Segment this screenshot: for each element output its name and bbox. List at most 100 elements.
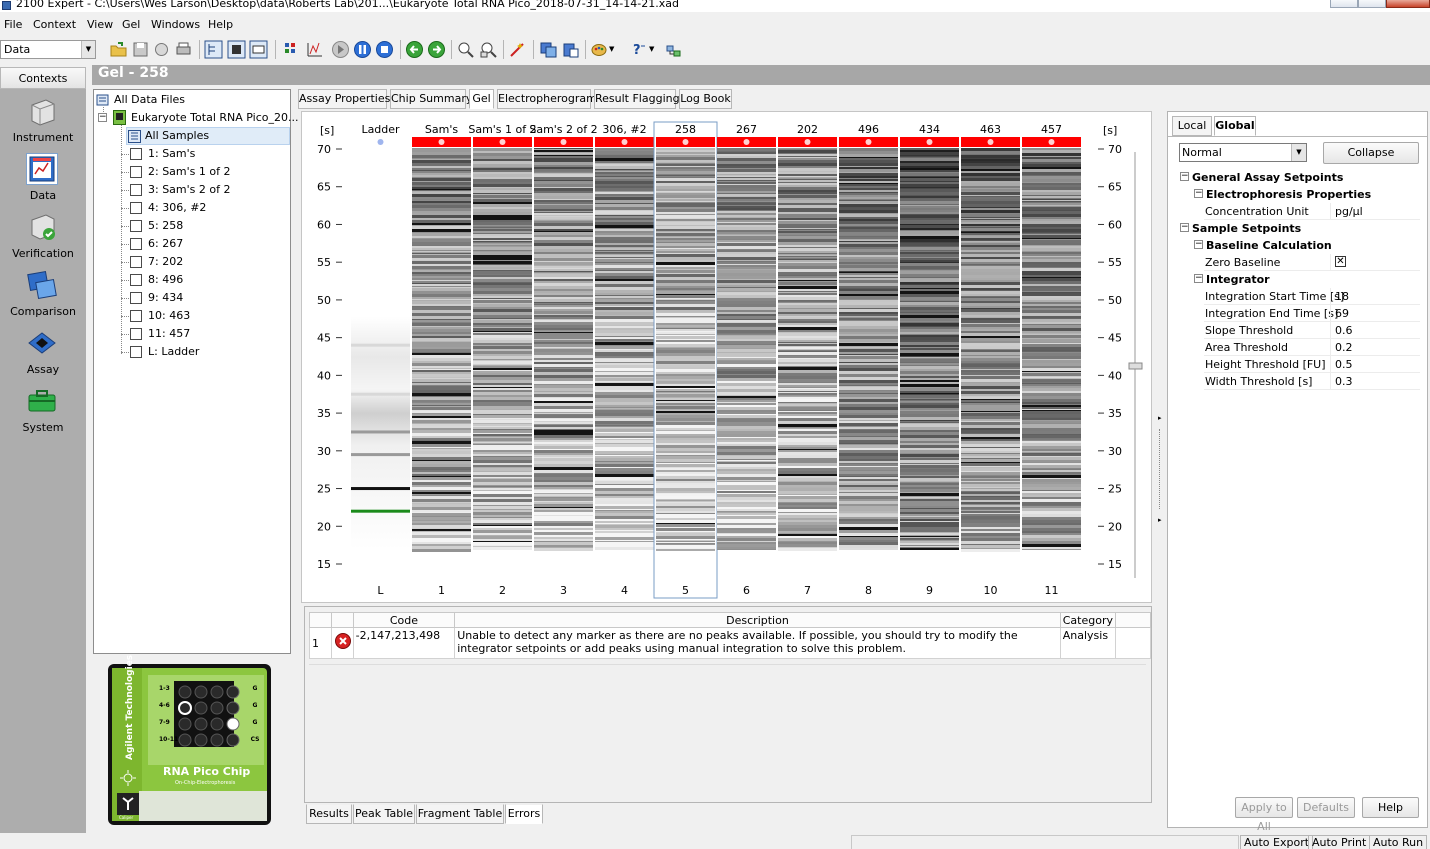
- context-system[interactable]: System: [0, 381, 86, 439]
- col-category-header[interactable]: Category: [1059, 612, 1117, 628]
- tab-global[interactable]: Global: [1214, 116, 1256, 136]
- refresh-icon[interactable]: [152, 40, 171, 59]
- save-icon[interactable]: [131, 40, 150, 59]
- menu-windows[interactable]: Windows: [151, 18, 200, 31]
- col-code-header[interactable]: Code: [352, 612, 456, 628]
- menu-help[interactable]: Help: [208, 18, 233, 31]
- collapse-icon[interactable]: −: [1180, 172, 1189, 181]
- setpoint-value[interactable]: pg/µl: [1335, 205, 1363, 218]
- minimize-button[interactable]: [1330, 0, 1358, 8]
- sample-checkbox[interactable]: [130, 184, 142, 196]
- setpoint-row[interactable]: Integration Start Time [s] 18: [1204, 288, 1420, 305]
- menu-context[interactable]: Context: [33, 18, 76, 31]
- wand-icon[interactable]: [508, 40, 527, 59]
- sample-checkbox[interactable]: [130, 310, 142, 322]
- setpoint-row[interactable]: Area Threshold 0.2: [1204, 339, 1420, 356]
- open-folder-icon[interactable]: [109, 40, 128, 59]
- grid-icon[interactable]: [282, 40, 301, 59]
- context-verification[interactable]: Verification: [0, 207, 86, 265]
- gel-image[interactable]: [s] [s]70 7065 6560 6055 5550 5045 4540 4035 3530…: [302, 112, 1153, 604]
- sample-checkbox[interactable]: [130, 292, 142, 304]
- table-row[interactable]: 1 -2,147,213,498 Unable to detect any ma…: [309, 627, 1151, 659]
- apply-to-all-button[interactable]: Apply to All: [1235, 797, 1293, 833]
- menu-view[interactable]: View: [87, 18, 113, 31]
- setpoint-row[interactable]: Height Threshold [FU] 0.5: [1204, 356, 1420, 373]
- print-icon[interactable]: [174, 40, 193, 59]
- sample-checkbox[interactable]: [130, 346, 142, 358]
- collapse-icon[interactable]: −: [98, 113, 107, 122]
- chevron-down-icon[interactable]: ▼: [649, 40, 659, 59]
- tab-electropherogram[interactable]: Electropherogram: [497, 89, 597, 109]
- tab-peak-table[interactable]: Peak Table: [353, 804, 415, 824]
- tab-gel[interactable]: Gel: [469, 89, 494, 109]
- context-instrument[interactable]: Instrument: [0, 91, 86, 149]
- setpoint-value[interactable]: 0.6: [1335, 324, 1353, 337]
- palette-icon[interactable]: [590, 40, 609, 59]
- defaults-button[interactable]: Defaults: [1297, 797, 1355, 818]
- tab-assay-properties[interactable]: Assay Properties: [298, 89, 390, 109]
- setpoint-value[interactable]: 18: [1335, 290, 1349, 303]
- gel-view-icon[interactable]: [227, 40, 246, 59]
- setpoint-row[interactable]: Width Threshold [s] 0.3: [1204, 373, 1420, 390]
- setpoint-section[interactable]: − Baseline Calculation: [1178, 237, 1420, 254]
- tree-view-icon[interactable]: [204, 40, 223, 59]
- zero-baseline-checkbox[interactable]: ✕: [1335, 256, 1346, 267]
- collapse-icon[interactable]: −: [1180, 223, 1189, 232]
- col-description-header[interactable]: Description: [454, 612, 1061, 628]
- chart-icon[interactable]: [305, 40, 324, 59]
- stop-icon[interactable]: [375, 40, 394, 59]
- tab-fragment-table[interactable]: Fragment Table: [416, 804, 504, 824]
- setpoint-row[interactable]: Slope Threshold 0.6: [1204, 322, 1420, 339]
- tab-results[interactable]: Results: [306, 804, 352, 824]
- maximize-button[interactable]: [1358, 0, 1386, 8]
- setpoint-section[interactable]: − Electrophoresis Properties: [1178, 186, 1420, 203]
- play-icon[interactable]: [331, 40, 350, 59]
- sample-checkbox[interactable]: [130, 328, 142, 340]
- menu-file[interactable]: File: [4, 18, 22, 31]
- chevron-right-icon[interactable]: ▸: [1158, 414, 1162, 422]
- panel-splitter[interactable]: ▸ ▸: [1156, 111, 1164, 829]
- menu-gel[interactable]: Gel: [122, 18, 140, 31]
- collapse-icon[interactable]: −: [1194, 189, 1203, 198]
- forward-icon[interactable]: [427, 40, 446, 59]
- sample-checkbox[interactable]: [130, 166, 142, 178]
- setpoint-value[interactable]: 0.5: [1335, 358, 1353, 371]
- collapse-icon[interactable]: −: [1194, 240, 1203, 249]
- setpoint-row[interactable]: Concentration Unit pg/µl: [1204, 203, 1420, 220]
- setpoint-row[interactable]: Zero Baseline ✕: [1204, 254, 1420, 271]
- tab-local[interactable]: Local: [1172, 116, 1212, 136]
- setpoint-value[interactable]: 69: [1335, 307, 1349, 320]
- setpoint-value[interactable]: 0.2: [1335, 341, 1353, 354]
- context-assay[interactable]: Assay: [0, 323, 86, 381]
- tab-errors[interactable]: Errors: [505, 804, 543, 824]
- help-button[interactable]: Help: [1362, 797, 1419, 818]
- setpoint-section[interactable]: − Integrator: [1178, 271, 1420, 288]
- tab-chip-summary[interactable]: Chip Summary: [390, 89, 472, 109]
- setpoint-row[interactable]: Integration End Time [s] 69: [1204, 305, 1420, 322]
- collapse-button[interactable]: Collapse: [1323, 142, 1419, 164]
- tab-log-book[interactable]: Log Book: [679, 89, 732, 109]
- setpoint-section[interactable]: − Sample Setpoints: [1178, 220, 1420, 237]
- paste-icon[interactable]: [561, 40, 580, 59]
- context-select[interactable]: Data ▼: [0, 40, 96, 59]
- back-icon[interactable]: [405, 40, 424, 59]
- context-comparison[interactable]: Comparison: [0, 265, 86, 323]
- mode-select[interactable]: Normal ▼: [1179, 143, 1307, 162]
- sample-checkbox[interactable]: [130, 202, 142, 214]
- sample-checkbox[interactable]: [130, 220, 142, 232]
- pause-icon[interactable]: [353, 40, 372, 59]
- data-view-icon[interactable]: [249, 40, 268, 59]
- collapse-icon[interactable]: −: [1194, 274, 1203, 283]
- zoom-in-icon[interactable]: [456, 40, 475, 59]
- zoom-out-icon[interactable]: [479, 40, 498, 59]
- context-data[interactable]: Data: [0, 149, 86, 207]
- tree-all-samples[interactable]: All Samples: [126, 127, 290, 145]
- sample-checkbox[interactable]: [130, 238, 142, 250]
- chevron-down-icon[interactable]: ▼: [609, 40, 619, 59]
- sample-checkbox[interactable]: [130, 274, 142, 286]
- close-button[interactable]: [1386, 0, 1430, 8]
- help-icon[interactable]: ?: [630, 40, 649, 59]
- sample-checkbox[interactable]: [130, 148, 142, 160]
- gel-view[interactable]: [s] [s] 70 70 65 65 60 60 55 55 50 50 45 45 40 40 35 35 30…: [301, 111, 1152, 603]
- setpoint-value[interactable]: 0.3: [1335, 375, 1353, 388]
